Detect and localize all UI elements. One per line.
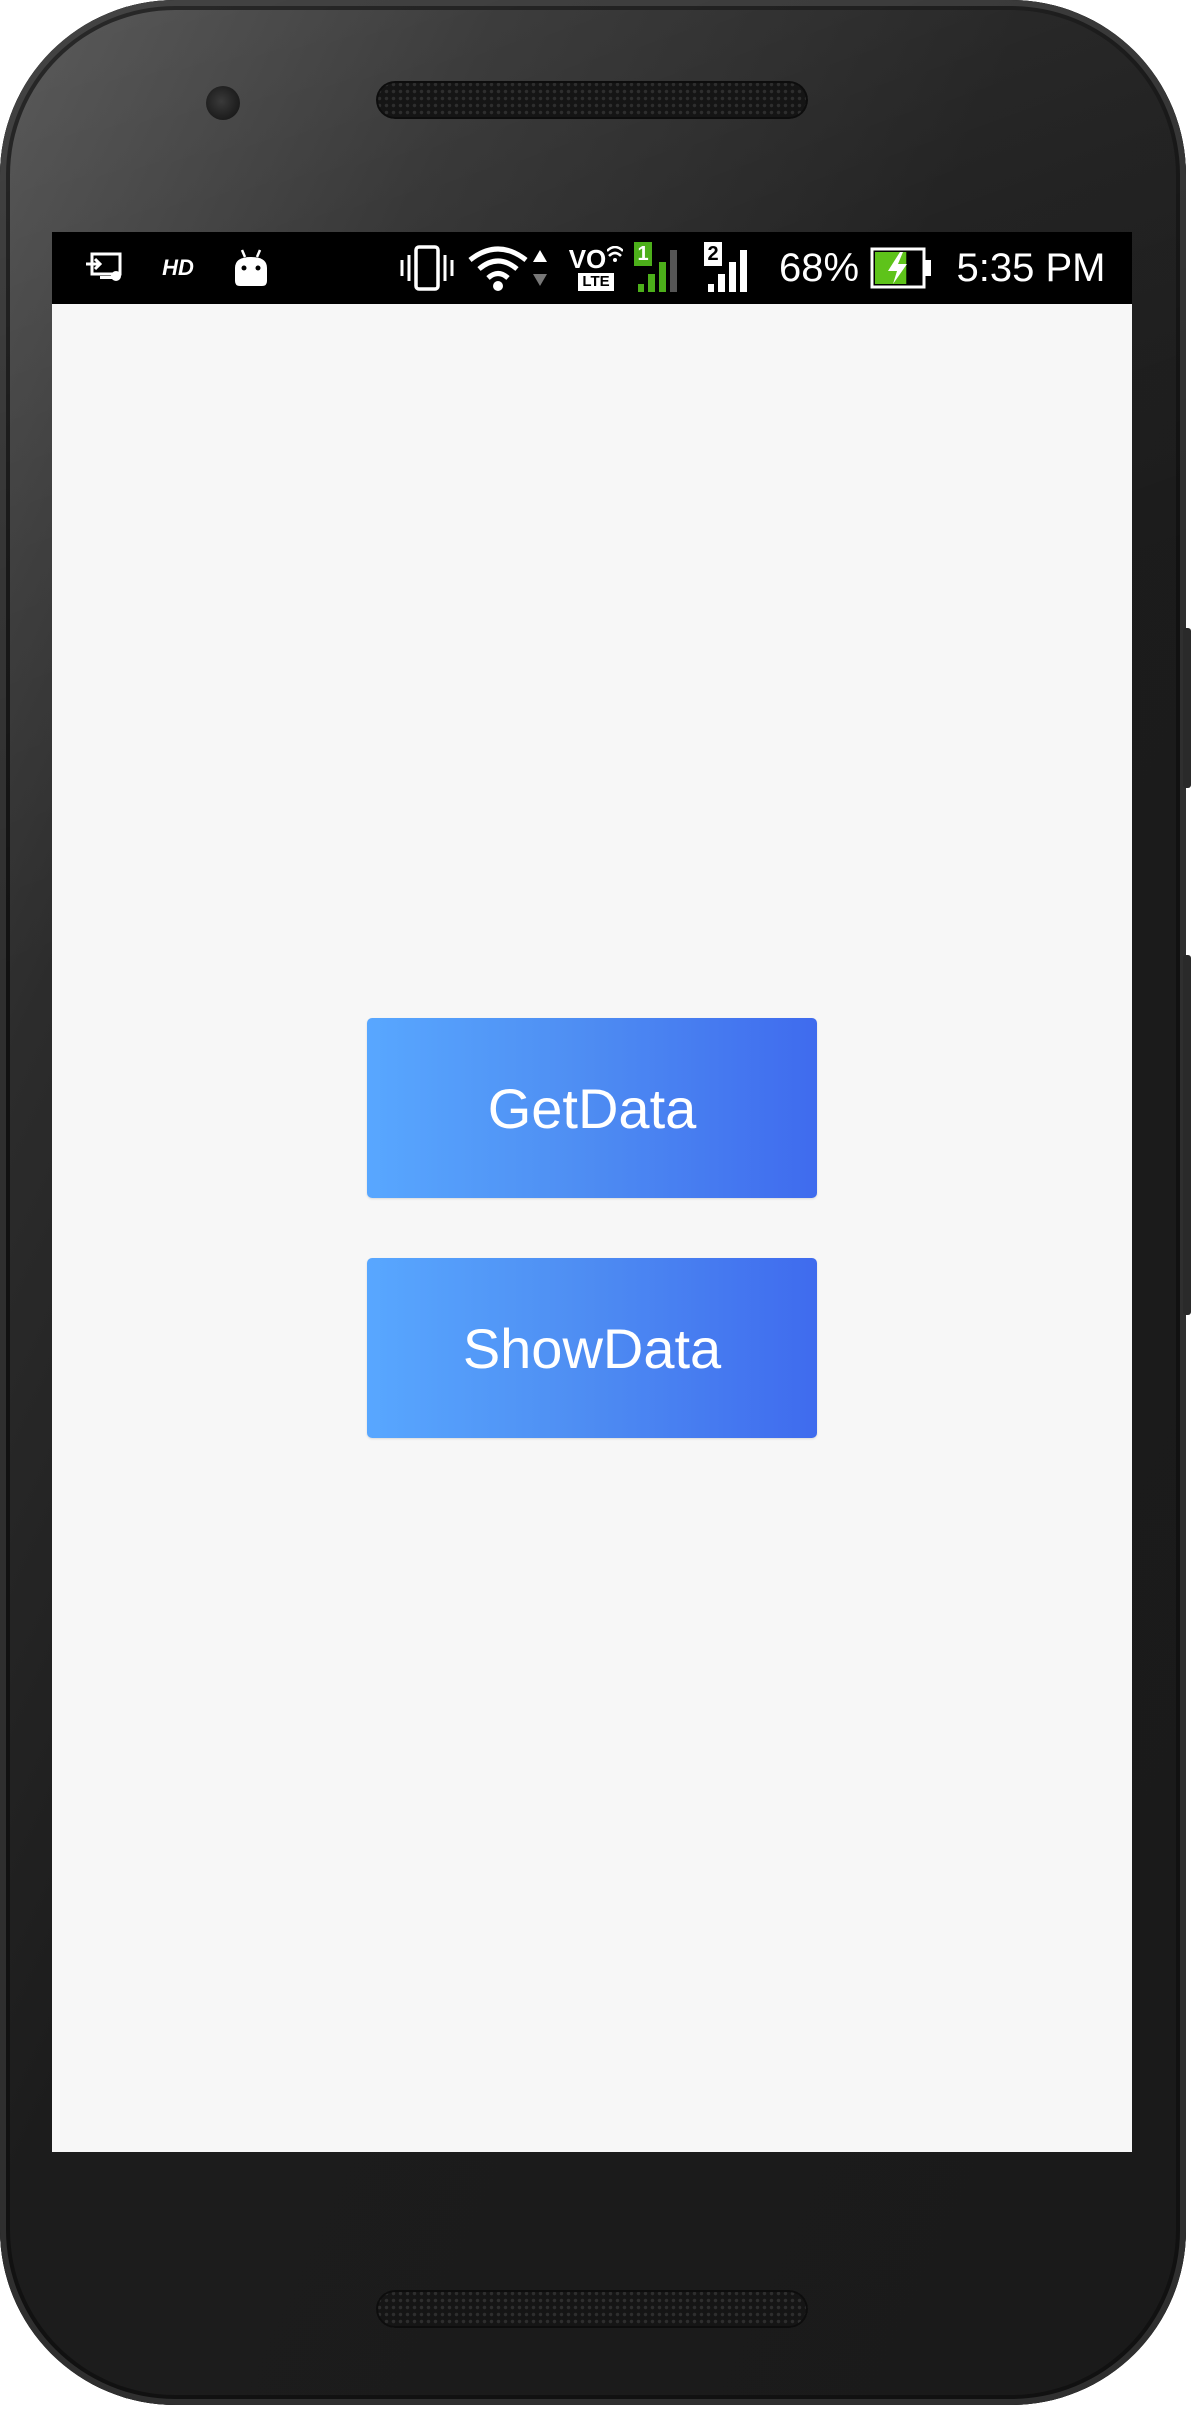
vibrate-icon	[398, 232, 456, 304]
data-activity-icon	[530, 232, 550, 304]
front-camera	[206, 86, 240, 120]
screen: HD VO LTE 1 2 68% 5:35 PM GetData ShowDa…	[52, 232, 1132, 2152]
volte-bottom-label: LTE	[578, 272, 614, 291]
cast-icon	[82, 232, 126, 304]
battery-percent: 68%	[774, 232, 864, 304]
clock-label: 5:35 PM	[956, 245, 1106, 290]
show-data-button[interactable]: ShowData	[367, 1258, 817, 1438]
battery-percent-label: 68%	[778, 245, 860, 290]
clock: 5:35 PM	[950, 232, 1112, 304]
status-bar: HD VO LTE 1 2 68% 5:35 PM	[52, 232, 1132, 304]
power-button	[1183, 628, 1191, 788]
get-data-button[interactable]: GetData	[367, 1018, 817, 1198]
signal-sim2-icon: 2	[704, 232, 760, 304]
sim2-label: 2	[704, 242, 722, 266]
volte-icon: VO LTE	[568, 232, 624, 304]
hd-label: HD	[162, 255, 194, 280]
sim1-label: 1	[634, 242, 652, 266]
signal-sim1-icon: 1	[634, 232, 688, 304]
top-speaker-grille	[376, 81, 808, 119]
bottom-speaker-grille	[376, 2290, 808, 2328]
android-icon	[230, 232, 272, 304]
volume-button	[1183, 955, 1191, 1315]
battery-charging-icon	[870, 232, 934, 304]
volte-top-label: VO	[568, 243, 607, 274]
wifi-icon	[468, 232, 528, 304]
app-content: GetData ShowData	[52, 304, 1132, 2152]
hd-icon: HD	[158, 232, 198, 304]
